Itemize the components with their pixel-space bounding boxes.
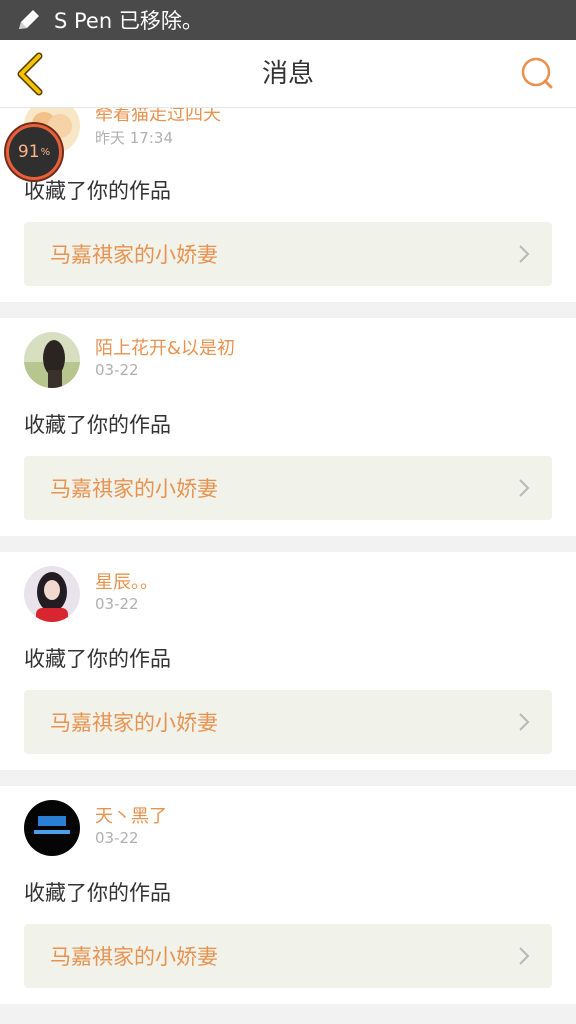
username[interactable]: 天丶黑了 — [95, 802, 167, 828]
work-title: 马嘉祺家的小娇妻 — [50, 945, 218, 969]
timestamp: 03-22 — [95, 829, 139, 847]
badge-value: 91 — [17, 142, 40, 162]
battery-overlay-badge[interactable]: 91% — [6, 124, 62, 180]
avatar[interactable] — [24, 566, 80, 622]
username[interactable]: 星辰。。 — [95, 568, 158, 594]
message-card[interactable]: 天丶黑了 03-22 收藏了你的作品 马嘉祺家的小娇妻 — [0, 786, 576, 1004]
work-link[interactable]: 马嘉祺家的小娇妻 — [24, 222, 552, 286]
search-icon[interactable] — [518, 54, 558, 94]
message-card[interactable]: 星辰。。 03-22 收藏了你的作品 马嘉祺家的小娇妻 — [0, 552, 576, 770]
message-feed[interactable]: 牵着猫走过四天 昨天 17:34 收藏了你的作品 马嘉祺家的小娇妻 陌上花开&以… — [0, 84, 576, 1020]
timestamp: 03-22 — [95, 595, 139, 613]
message-card[interactable]: 牵着猫走过四天 昨天 17:34 收藏了你的作品 马嘉祺家的小娇妻 — [0, 84, 576, 302]
chevron-right-icon — [516, 478, 532, 498]
action-text: 收藏了你的作品 — [24, 413, 171, 437]
chevron-right-icon — [516, 712, 532, 732]
status-bar: S Pen 已移除。 — [0, 0, 576, 40]
message-card[interactable]: 陌上花开&以是初 03-22 收藏了你的作品 马嘉祺家的小娇妻 — [0, 318, 576, 536]
work-title: 马嘉祺家的小娇妻 — [50, 243, 218, 267]
work-link[interactable]: 马嘉祺家的小娇妻 — [24, 690, 552, 754]
chevron-right-icon — [516, 244, 532, 264]
action-text: 收藏了你的作品 — [24, 881, 171, 905]
pen-icon — [16, 7, 42, 33]
username[interactable]: 陌上花开&以是初 — [95, 334, 235, 360]
work-title: 马嘉祺家的小娇妻 — [50, 477, 218, 501]
chevron-right-icon — [516, 946, 532, 966]
status-message: S Pen 已移除。 — [54, 9, 203, 33]
timestamp: 03-22 — [95, 361, 139, 379]
avatar[interactable] — [24, 332, 80, 388]
action-text: 收藏了你的作品 — [24, 179, 171, 203]
work-link[interactable]: 马嘉祺家的小娇妻 — [24, 924, 552, 988]
page-title: 消息 — [261, 59, 314, 89]
work-title: 马嘉祺家的小娇妻 — [50, 711, 218, 735]
timestamp: 昨天 17:34 — [95, 129, 173, 147]
avatar[interactable] — [24, 800, 80, 856]
badge-unit: % — [40, 146, 51, 158]
nav-bar: 消息 — [0, 40, 576, 108]
action-text: 收藏了你的作品 — [24, 647, 171, 671]
work-link[interactable]: 马嘉祺家的小娇妻 — [24, 456, 552, 520]
